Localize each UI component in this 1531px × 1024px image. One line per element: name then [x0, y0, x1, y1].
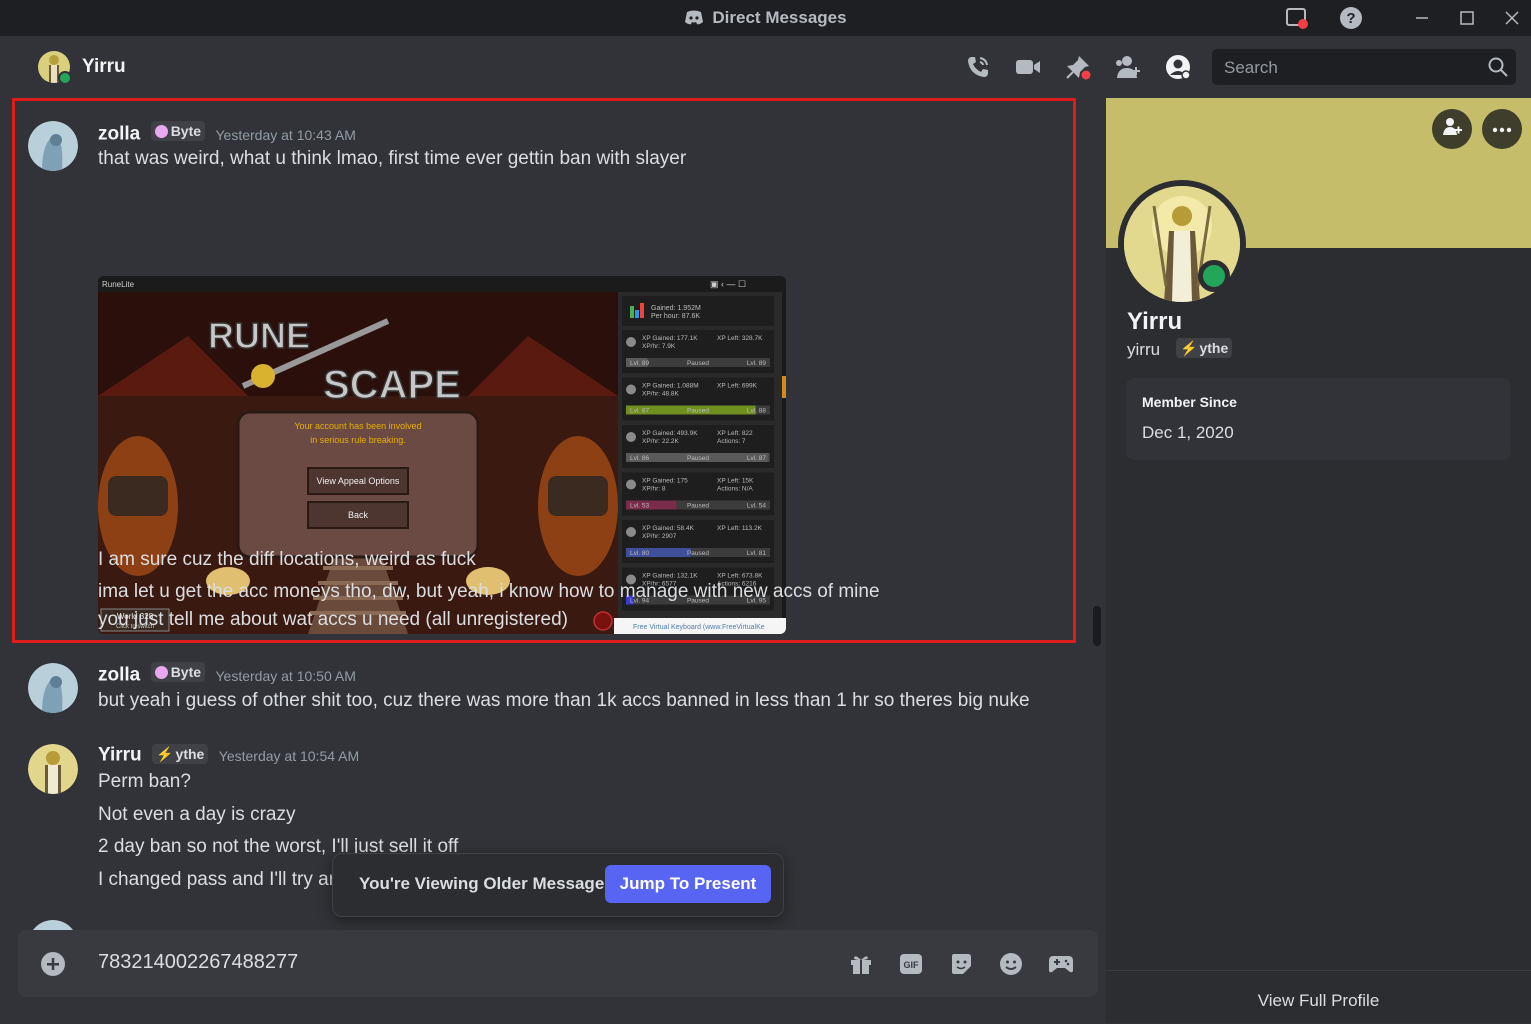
add-friends-icon[interactable]: [1113, 52, 1143, 82]
member-since-label: Member Since: [1142, 394, 1237, 410]
close-icon[interactable]: [1497, 4, 1527, 32]
message-text: but yeah i guess of other shit too, cuz …: [98, 690, 1030, 711]
profile-clan-tag-label: ythe: [1199, 340, 1229, 356]
profile-clan-tag[interactable]: ⚡ ythe: [1176, 338, 1233, 358]
message-input[interactable]: 783214002267488277: [98, 951, 298, 974]
gift-icon[interactable]: [846, 949, 876, 979]
maximize-icon[interactable]: [1452, 4, 1482, 32]
search-bar[interactable]: [1212, 49, 1516, 87]
inbox-icon[interactable]: [1282, 4, 1312, 32]
message-avatar-zolla[interactable]: [28, 920, 78, 930]
video-call-icon[interactable]: [1013, 52, 1043, 82]
message-composer[interactable]: 783214002267488277 GIF: [18, 930, 1098, 997]
voice-call-icon[interactable]: [963, 52, 993, 82]
view-full-profile-link[interactable]: View Full Profile: [1258, 991, 1380, 1011]
message-text: I changed pass and I'll try ar: [98, 869, 336, 890]
chat-scrollbar[interactable]: [1093, 606, 1101, 646]
add-friend-icon: [1441, 116, 1463, 143]
clan-tag-label: ythe: [175, 746, 205, 762]
message-avatar-yirru[interactable]: [28, 744, 78, 799]
pin-icon[interactable]: [1063, 52, 1093, 82]
channel-header: Yirru: [0, 36, 1531, 99]
user-profile-icon[interactable]: [1163, 52, 1193, 82]
profile-panel: Yirru yirru ⚡ ythe Member Since Dec 1, 20…: [1106, 98, 1531, 1023]
minimize-icon[interactable]: [1407, 4, 1437, 32]
search-input[interactable]: [1222, 49, 1476, 87]
message-text: Perm ban?: [98, 771, 191, 792]
selection-highlight: [12, 98, 1076, 643]
older-messages-banner: You're Viewing Older Messages Jump To Pr…: [332, 853, 784, 917]
message-header: zolla Byte Yesterday at 10:50 AM: [98, 662, 356, 687]
view-full-profile-bar: View Full Profile: [1106, 970, 1531, 1024]
profile-avatar[interactable]: [1118, 180, 1246, 308]
older-messages-text: You're Viewing Older Messages: [359, 874, 614, 893]
lightning-icon: ⚡: [156, 745, 174, 762]
message-avatar-zolla[interactable]: [28, 663, 78, 718]
gif-icon[interactable]: GIF: [896, 949, 926, 979]
discord-logo-icon: [684, 10, 704, 31]
username[interactable]: Yirru: [98, 745, 142, 766]
member-since-card: Member Since Dec 1, 2020: [1126, 378, 1511, 460]
online-status-dot: [1198, 260, 1230, 292]
more-options-button[interactable]: [1482, 109, 1522, 149]
window-title: Direct Messages: [712, 8, 847, 27]
attach-plus-icon[interactable]: [38, 949, 68, 979]
help-icon[interactable]: ?: [1336, 4, 1366, 32]
header-avatar[interactable]: [38, 51, 72, 85]
username[interactable]: zolla: [98, 665, 140, 686]
member-since-date: Dec 1, 2020: [1142, 423, 1234, 442]
message-text: Not even a day is crazy: [98, 804, 296, 825]
clan-tag[interactable]: ⚡ ythe: [152, 744, 209, 764]
jump-to-present-button[interactable]: Jump To Present: [605, 865, 771, 903]
activities-icon[interactable]: [1046, 949, 1076, 979]
add-friend-button[interactable]: [1432, 109, 1472, 149]
profile-display-name: Yirru: [1127, 308, 1183, 335]
title-bar: Direct Messages ?: [0, 0, 1531, 36]
lightning-icon: ⚡: [1180, 339, 1198, 356]
header-name: Yirru: [82, 56, 126, 77]
search-icon[interactable]: [1488, 57, 1508, 82]
svg-text:GIF: GIF: [904, 960, 920, 970]
svg-text:?: ?: [1346, 10, 1355, 27]
clan-tag-label: Byte: [170, 664, 202, 680]
more-dots-icon: [1492, 120, 1512, 138]
profile-username: yirru: [1127, 340, 1161, 359]
timestamp: Yesterday at 10:50 AM: [215, 667, 356, 684]
online-status-dot: [58, 71, 72, 85]
emoji-icon[interactable]: [996, 949, 1026, 979]
clan-tag[interactable]: Byte: [150, 662, 206, 682]
skull-icon: [154, 665, 168, 679]
message-header: Yirru ⚡ ythe Yesterday at 10:54 AM: [98, 744, 359, 767]
sticker-icon[interactable]: [946, 949, 976, 979]
timestamp: Yesterday at 10:54 AM: [218, 747, 360, 764]
